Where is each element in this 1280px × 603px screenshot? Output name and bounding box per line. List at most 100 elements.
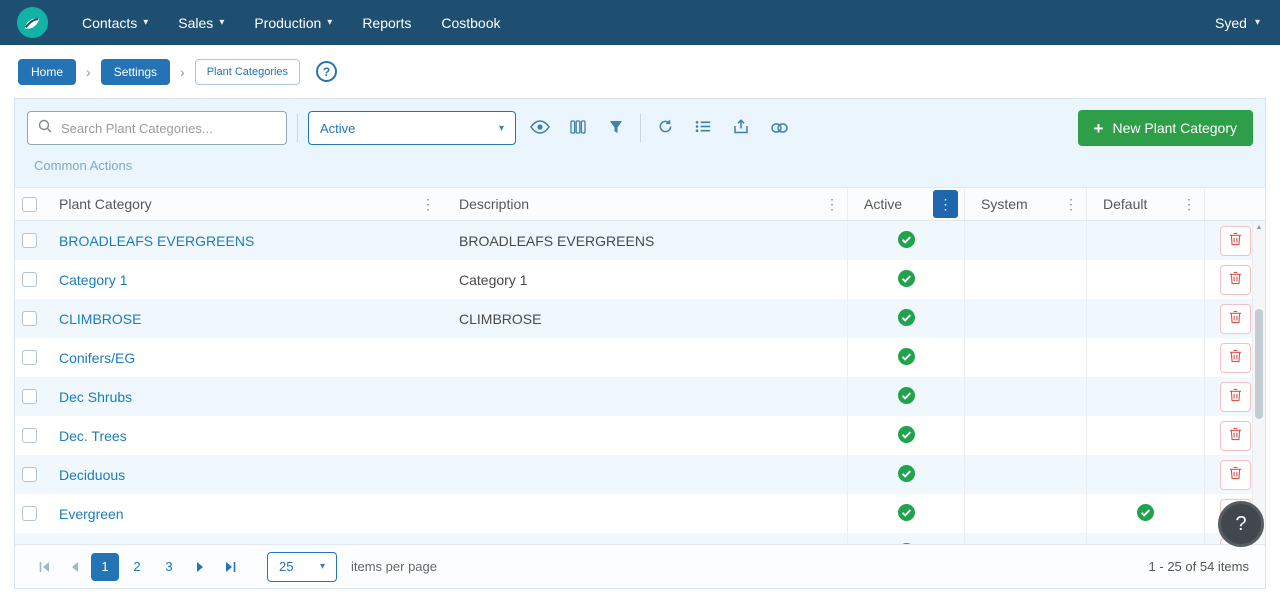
table-scrollbar[interactable]: ▲ xyxy=(1252,221,1265,544)
delete-button[interactable] xyxy=(1220,304,1251,334)
column-menu-icon[interactable]: ⋮ xyxy=(823,196,841,213)
row-checkbox[interactable] xyxy=(22,428,37,443)
scroll-up-icon[interactable]: ▲ xyxy=(1253,224,1265,231)
row-checkbox[interactable] xyxy=(22,389,37,404)
first-page-button[interactable] xyxy=(31,554,57,580)
page-size-value: 25 xyxy=(279,559,293,574)
plant-category-link[interactable]: Dec. Trees xyxy=(59,428,127,444)
help-fab[interactable]: ? xyxy=(1218,501,1264,547)
delete-button[interactable] xyxy=(1220,382,1251,412)
visibility-button[interactable] xyxy=(526,114,554,142)
new-plant-category-button[interactable]: + New Plant Category xyxy=(1078,110,1253,146)
next-page-button[interactable] xyxy=(187,554,213,580)
default-cell xyxy=(1086,221,1204,260)
plant-categories-panel: Active ▾ xyxy=(14,98,1266,589)
plant-category-link[interactable]: BROADLEAFS EVERGREENS xyxy=(59,233,254,249)
active-check-icon xyxy=(898,465,915,485)
nav-item-label: Reports xyxy=(362,15,411,31)
active-check-icon xyxy=(898,348,915,368)
plant-category-link[interactable]: Deciduous xyxy=(59,467,125,483)
row-checkbox-cell xyxy=(15,338,43,377)
search-icon xyxy=(38,119,52,138)
delete-button[interactable] xyxy=(1220,460,1251,490)
export-button[interactable] xyxy=(727,114,755,142)
default-cell xyxy=(1086,533,1204,544)
row-checkbox[interactable] xyxy=(22,233,37,248)
previous-page-button[interactable] xyxy=(61,554,87,580)
breadcrumb-plant-categories[interactable]: Plant Categories xyxy=(195,59,300,85)
default-cell xyxy=(1086,494,1204,533)
description-cell: EVERGREENS xyxy=(443,533,847,544)
top-navbar: Contacts ▾ Sales ▾ Production ▾ Reports … xyxy=(0,0,1280,45)
plant-category-cell: CLIMBROSE xyxy=(43,299,443,338)
status-filter-select[interactable]: Active ▾ xyxy=(308,111,516,145)
row-checkbox-cell xyxy=(15,260,43,299)
delete-button[interactable] xyxy=(1220,421,1251,451)
table-row: Conifers/EG xyxy=(15,338,1265,377)
default-cell xyxy=(1086,299,1204,338)
trash-icon xyxy=(1229,388,1242,405)
scrollbar-thumb[interactable] xyxy=(1255,309,1263,419)
default-cell xyxy=(1086,377,1204,416)
filter-button[interactable] xyxy=(602,114,630,142)
list-view-button[interactable] xyxy=(689,114,717,142)
column-menu-icon[interactable]: ⋮ xyxy=(419,196,437,213)
chevron-down-icon: ▾ xyxy=(499,123,504,134)
row-checkbox[interactable] xyxy=(22,272,37,287)
active-cell xyxy=(847,533,964,544)
breadcrumb: Home › Settings › Plant Categories ? xyxy=(0,45,1280,98)
user-menu[interactable]: Syed ▾ xyxy=(1211,15,1264,31)
status-filter-value: Active xyxy=(320,121,355,136)
page-size-select[interactable]: 25 ▾ xyxy=(267,552,337,582)
plant-category-link[interactable]: Dec Shrubs xyxy=(59,389,132,405)
common-actions-link[interactable]: Common Actions xyxy=(34,158,132,173)
nav-item-production[interactable]: Production ▾ xyxy=(239,0,347,45)
row-checkbox[interactable] xyxy=(22,350,37,365)
plant-category-link[interactable]: CLIMBROSE xyxy=(59,311,141,327)
delete-button[interactable] xyxy=(1220,343,1251,373)
nav-item-contacts[interactable]: Contacts ▾ xyxy=(67,0,163,45)
link-button[interactable] xyxy=(765,114,793,142)
page-button-1[interactable]: 1 xyxy=(91,553,119,581)
default-cell xyxy=(1086,455,1204,494)
row-checkbox-cell xyxy=(15,299,43,338)
active-check-icon xyxy=(1137,504,1154,524)
page-button-2[interactable]: 2 xyxy=(123,553,151,581)
delete-button[interactable] xyxy=(1220,226,1251,256)
delete-button[interactable] xyxy=(1220,265,1251,295)
breadcrumb-home[interactable]: Home xyxy=(18,59,76,85)
row-checkbox-cell xyxy=(15,455,43,494)
breadcrumb-separator: › xyxy=(86,64,91,80)
system-cell xyxy=(964,494,1086,533)
column-menu-icon-active[interactable]: ⋮ xyxy=(933,190,958,218)
trash-icon xyxy=(1229,310,1242,327)
nav-item-sales[interactable]: Sales ▾ xyxy=(163,0,239,45)
column-chooser-button[interactable] xyxy=(564,114,592,142)
table-body: BROADLEAFS EVERGREENS BROADLEAFS EVERGREE… xyxy=(15,221,1265,544)
row-checkbox[interactable] xyxy=(22,467,37,482)
breadcrumb-settings[interactable]: Settings xyxy=(101,59,170,85)
nav-item-reports[interactable]: Reports xyxy=(347,0,426,45)
plant-category-link[interactable]: Evergreen xyxy=(59,506,124,522)
last-page-button[interactable] xyxy=(217,554,243,580)
select-all-checkbox[interactable] xyxy=(22,197,37,212)
description-cell: BROADLEAFS EVERGREENS xyxy=(443,221,847,260)
page-button-3[interactable]: 3 xyxy=(155,553,183,581)
plant-category-link[interactable]: Category 1 xyxy=(59,272,127,288)
row-checkbox[interactable] xyxy=(22,311,37,326)
nav-item-costbook[interactable]: Costbook xyxy=(426,0,515,45)
description-cell: CLIMBROSE xyxy=(443,299,847,338)
app-logo-icon[interactable] xyxy=(16,6,49,39)
active-cell xyxy=(847,494,964,533)
row-checkbox[interactable] xyxy=(22,506,37,521)
toolbar-divider xyxy=(297,114,298,142)
column-menu-icon[interactable]: ⋮ xyxy=(1180,196,1198,213)
search-input[interactable] xyxy=(61,121,276,136)
column-menu-icon[interactable]: ⋮ xyxy=(1062,196,1080,213)
column-header-plant-category: Plant Category ⋮ xyxy=(43,188,443,220)
refresh-button[interactable] xyxy=(651,114,679,142)
plant-category-cell: Category 1 xyxy=(43,260,443,299)
plant-category-link[interactable]: Conifers/EG xyxy=(59,350,135,366)
help-icon[interactable]: ? xyxy=(316,61,337,82)
chevron-down-icon: ▾ xyxy=(143,17,148,28)
